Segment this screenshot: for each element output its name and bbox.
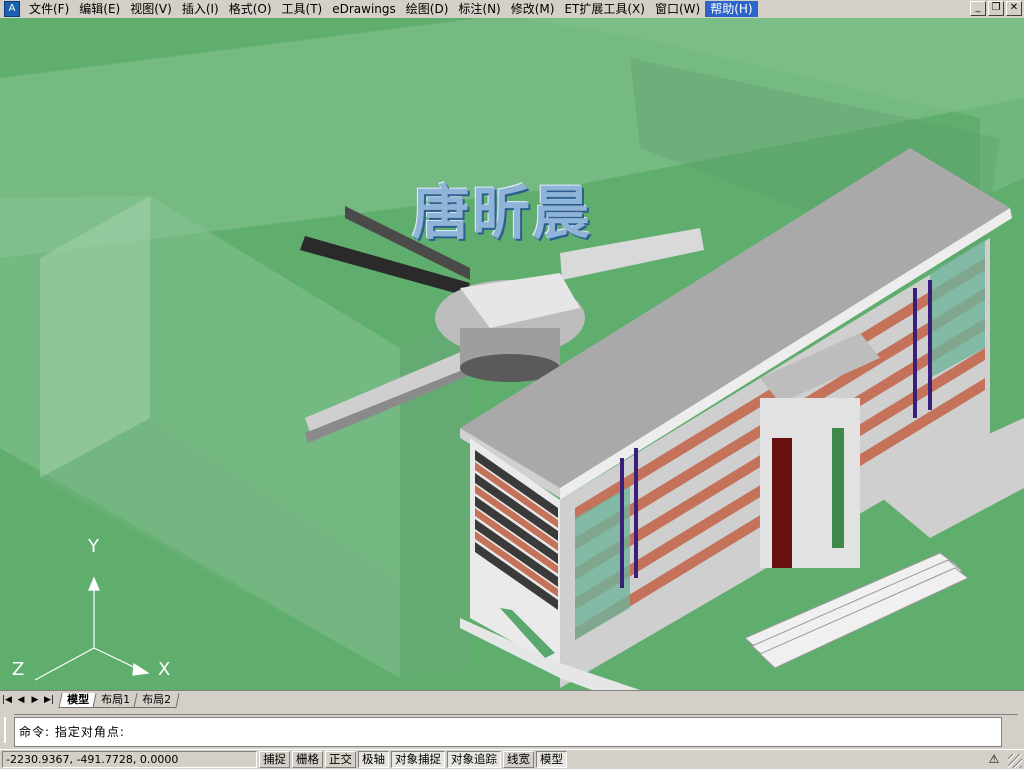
ucs-y-label: Y	[88, 536, 99, 557]
layout-tab-bar: |◀ ◀ ▶ ▶| 模型 布局1 布局2	[0, 690, 1024, 709]
menu-bar: A 文件(F) 编辑(E) 视图(V) 插入(I) 格式(O) 工具(T) eDrawing…	[0, 0, 1024, 19]
menu-item[interactable]: eDrawings	[327, 1, 401, 17]
first-tab-icon[interactable]: |◀	[0, 693, 14, 707]
layout-tab-label: 模型	[67, 692, 90, 706]
menu-items: 文件(F) 编辑(E) 视图(V) 插入(I) 格式(O) 工具(T) eDrawings 绘…	[24, 1, 758, 17]
menu-item[interactable]: 格式(O)	[224, 1, 277, 17]
status-toggle-button[interactable]: 栅格	[292, 751, 323, 768]
window-controls: _ ❐ ✕	[970, 1, 1022, 16]
menu-item[interactable]: 编辑(E)	[74, 1, 125, 17]
layout-tab[interactable]: 布局2	[133, 692, 180, 708]
ucs-z-label: Z	[12, 659, 25, 680]
menu-item[interactable]: 窗口(W)	[650, 1, 705, 17]
layout-tabs: 模型 布局1 布局2	[58, 692, 180, 708]
resize-grip[interactable]	[1008, 754, 1022, 768]
menu-item[interactable]: 文件(F)	[24, 1, 74, 17]
status-toggle-button[interactable]: 捕捉	[259, 751, 290, 768]
menu-item[interactable]: 绘图(D)	[401, 1, 454, 17]
status-toggles: 捕捉 栅格 正交 极轴 对象捕捉 对象追踪 线宽 模型	[257, 751, 567, 768]
command-history	[14, 710, 1018, 715]
menu-item[interactable]: 标注(N)	[453, 1, 505, 17]
tower-window-green	[832, 428, 844, 548]
layout-tab-label: 布局2	[142, 692, 172, 706]
prev-tab-icon[interactable]: ◀	[14, 693, 28, 707]
communication-center-icon[interactable]: ⚠	[986, 751, 1002, 767]
minimize-button[interactable]: _	[970, 1, 986, 16]
status-toggle-button[interactable]: 对象捕捉	[391, 751, 445, 768]
status-toggle-button[interactable]: 对象追踪	[447, 751, 501, 768]
status-toggle-button[interactable]: 线宽	[503, 751, 534, 768]
status-toggle-button[interactable]: 模型	[536, 751, 567, 768]
layout-tab[interactable]: 模型	[58, 692, 98, 708]
last-tab-icon[interactable]: ▶|	[42, 693, 56, 707]
ucs-icon	[34, 576, 150, 681]
menu-item[interactable]: 帮助(H)	[705, 1, 758, 17]
status-bar: -2230.9367, -491.7728, 0.0000 捕捉 栅格 正交 极轴 对象…	[0, 749, 1024, 769]
entry-steps	[744, 552, 969, 669]
command-area: 命令: 指定对角点:	[0, 709, 1024, 749]
autocad-icon[interactable]: A	[4, 1, 20, 17]
menu-item[interactable]: 视图(V)	[125, 1, 177, 17]
watermark-signature: 唐昕晨	[412, 179, 593, 247]
tower-window-dark	[772, 438, 792, 568]
menu-item[interactable]: 修改(M)	[506, 1, 560, 17]
status-toggle-button[interactable]: 极轴	[358, 751, 389, 768]
model-drawing	[0, 18, 1024, 690]
close-button[interactable]: ✕	[1006, 1, 1022, 16]
status-toggle-button[interactable]: 正交	[325, 751, 356, 768]
menu-item[interactable]: ET扩展工具(X)	[559, 1, 650, 17]
restore-button[interactable]: ❐	[988, 1, 1004, 16]
menu-item[interactable]: 工具(T)	[277, 1, 328, 17]
layout-tab[interactable]: 布局1	[92, 692, 139, 708]
drawing-viewport[interactable]: 唐昕晨 Y X Z	[0, 18, 1024, 690]
coordinate-readout[interactable]: -2230.9367, -491.7728, 0.0000	[2, 751, 257, 768]
layout-tab-label: 布局1	[101, 692, 131, 706]
ucs-x-label: X	[158, 659, 171, 680]
menu-item[interactable]: 插入(I)	[177, 1, 224, 17]
command-line[interactable]: 命令: 指定对角点:	[14, 717, 1002, 747]
next-tab-icon[interactable]: ▶	[28, 693, 42, 707]
